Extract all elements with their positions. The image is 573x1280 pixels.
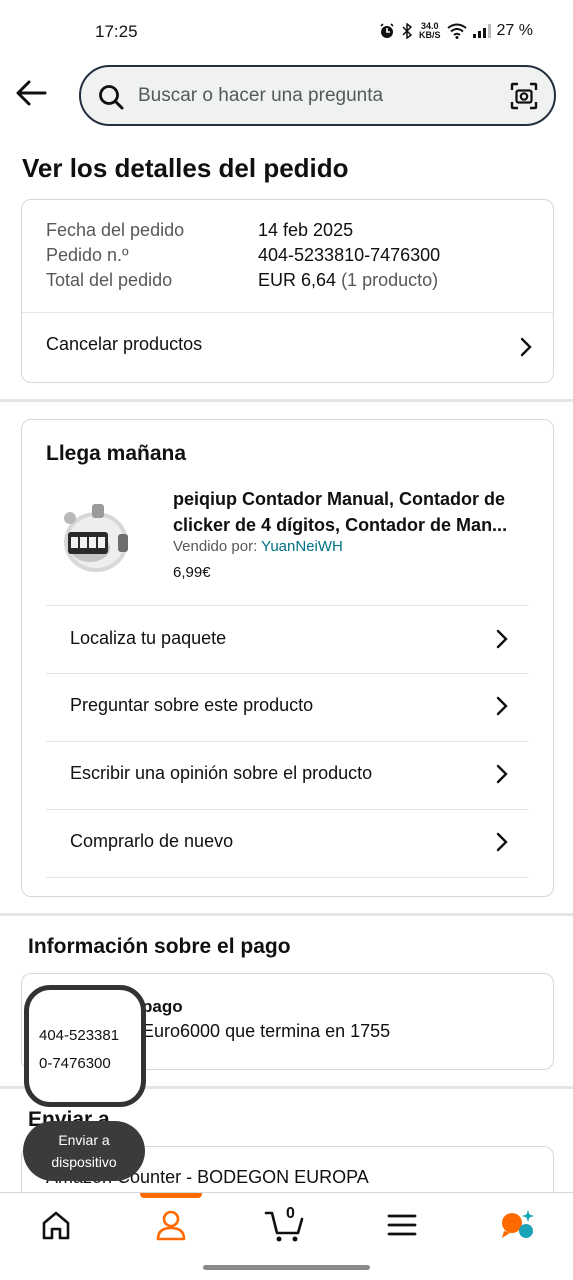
bottom-nav: 0	[0, 1192, 573, 1258]
copied-text-bubble[interactable]: 404-523381 0-7476300	[24, 985, 146, 1107]
cart-button[interactable]: 0	[264, 1205, 308, 1243]
order-item-count: (1 producto)	[341, 270, 439, 290]
chevron-right-icon	[496, 629, 508, 649]
track-package-row[interactable]: Localiza tu paquete	[46, 606, 529, 673]
payment-method-value: Euro6000 que termina en 1755	[142, 1021, 391, 1041]
active-tab-indicator	[140, 1193, 202, 1198]
chevron-right-icon	[520, 337, 532, 357]
order-date-label: Fecha del pedido	[46, 220, 185, 240]
chevron-right-icon	[496, 832, 508, 852]
wifi-icon	[446, 23, 467, 39]
action-label: Comprarlo de nuevo	[70, 831, 234, 851]
payment-method-title: pago	[142, 997, 183, 1016]
cancel-products-link[interactable]: Cancelar productos	[22, 313, 553, 382]
action-label: Preguntar sobre este producto	[70, 695, 314, 715]
rufus-assistant-icon[interactable]	[498, 1207, 538, 1243]
camera-icon[interactable]	[510, 82, 538, 110]
search-icon	[99, 85, 124, 110]
account-icon[interactable]	[151, 1207, 191, 1243]
chevron-right-icon	[496, 764, 508, 784]
search-input[interactable]: Buscar o hacer una pregunta	[138, 85, 383, 107]
bubble-line: 404-523381	[39, 1027, 120, 1044]
signal-icon	[472, 24, 491, 38]
order-summary-card: Fecha del pedido 14 feb 2025 Pedido n.º …	[21, 199, 554, 383]
status-bar: 17:25 34.0 KB/S 27 %	[0, 0, 573, 62]
section-separator	[0, 399, 573, 402]
bluetooth-icon	[402, 23, 413, 39]
buy-again-row[interactable]: Comprarlo de nuevo	[46, 810, 529, 877]
menu-icon[interactable]	[382, 1207, 422, 1243]
order-date-value: 14 feb 2025	[258, 220, 354, 240]
network-speed: 34.0 KB/S	[419, 21, 441, 40]
cancel-products-label: Cancelar productos	[46, 334, 203, 354]
write-review-row[interactable]: Escribir una opinión sobre el producto	[46, 742, 529, 809]
product-image[interactable]	[50, 492, 140, 582]
action-label: Localiza tu paquete	[70, 628, 227, 648]
status-time: 17:25	[95, 22, 138, 41]
divider	[46, 877, 529, 878]
shipment-card: Llega mañana peiqiup Contador Manual, Co…	[21, 419, 554, 897]
home-icon[interactable]	[36, 1207, 76, 1243]
seller-link[interactable]: YuanNeiWH	[261, 538, 343, 555]
product-price: 6,99€	[173, 564, 211, 581]
payment-section-title: Información sobre el pago	[28, 935, 291, 958]
gesture-bar[interactable]	[203, 1265, 370, 1270]
order-number-value: 404-5233810-7476300	[258, 245, 441, 265]
status-icons: 34.0 KB/S 27 %	[379, 22, 533, 40]
send-to-device-button[interactable]: Enviar a dispositivo	[23, 1121, 145, 1181]
product-title-link[interactable]: peiqiup Contador Manual, Contador de cli…	[173, 486, 533, 538]
cart-count: 0	[286, 1205, 295, 1222]
alarm-icon	[380, 23, 394, 38]
delivery-status-title: Llega mañana	[46, 442, 187, 465]
order-total-label: Total del pedido	[46, 270, 173, 290]
search-bar[interactable]: Buscar o hacer una pregunta	[79, 65, 556, 126]
sold-by: Vendido por: YuanNeiWH	[173, 538, 343, 555]
ask-product-question-row[interactable]: Preguntar sobre este producto	[46, 674, 529, 741]
order-total-value: EUR 6,64 (1 producto)	[258, 270, 439, 290]
page-title: Ver los detalles del pedido	[22, 153, 349, 183]
back-arrow-icon[interactable]	[14, 78, 48, 108]
battery-level: 27 %	[496, 22, 533, 39]
bubble-line: 0-7476300	[39, 1055, 111, 1072]
section-separator	[0, 913, 573, 916]
action-label: Escribir una opinión sobre el producto	[70, 763, 373, 783]
order-number-label: Pedido n.º	[46, 245, 129, 265]
chevron-right-icon	[496, 696, 508, 716]
